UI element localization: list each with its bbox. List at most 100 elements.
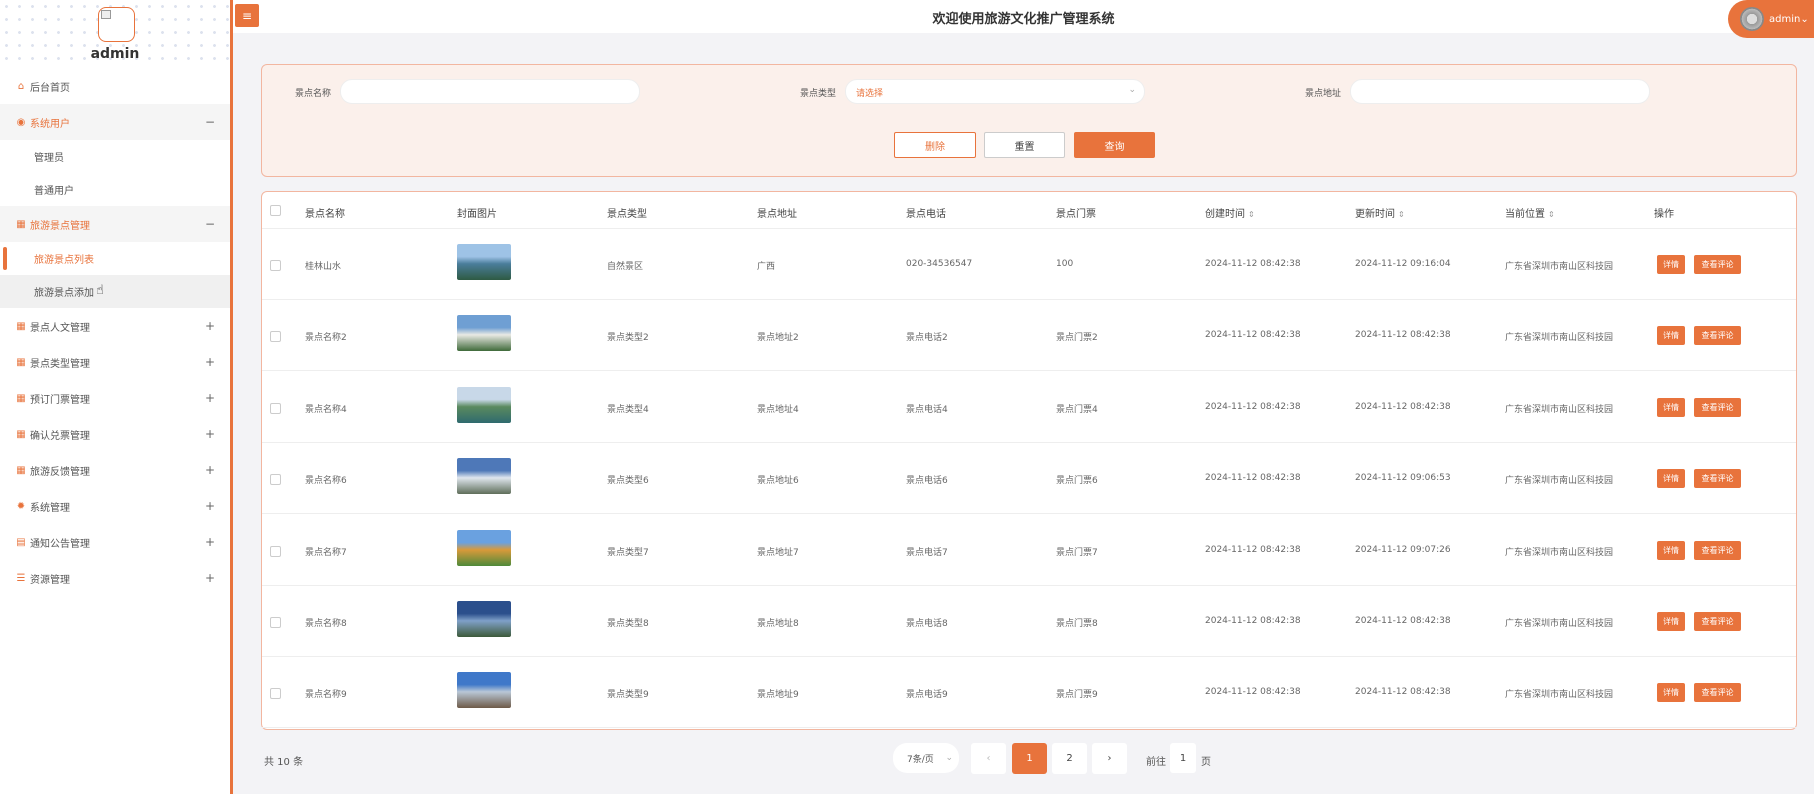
avatar [1740, 7, 1764, 31]
sidebar-item-label: 后台首页 [30, 82, 70, 94]
cell-updated: 2024-11-12 09:07:26 [1355, 544, 1451, 555]
row-checkbox[interactable] [270, 474, 281, 486]
reset-button[interactable]: 重置 [984, 132, 1065, 158]
sort-icon[interactable]: ⇕ [1398, 210, 1405, 219]
sidebar-item-label: 旅游景点添加 [34, 288, 94, 299]
address-input[interactable] [1350, 79, 1650, 104]
detail-button[interactable]: 详情 [1657, 255, 1685, 274]
view-reviews-button[interactable]: 查看评论 [1694, 255, 1741, 274]
avatar[interactable] [98, 7, 135, 42]
expand-icon[interactable]: + [205, 499, 215, 513]
column-header-sortable[interactable]: 更新时间 ⇕ [1355, 205, 1405, 220]
table-row: 景点名称6 景点类型6 景点地址6 景点电话6 景点门票6 2024-11-12 08:4… [262, 443, 1796, 515]
detail-button[interactable]: 详情 [1657, 469, 1685, 489]
page-button[interactable]: 2 [1052, 743, 1087, 774]
cover-image[interactable] [457, 244, 511, 280]
sidebar-subitem-admins[interactable]: 管理员 [0, 140, 230, 173]
cover-image[interactable] [457, 315, 511, 352]
row-checkbox[interactable] [270, 260, 281, 271]
sidebar-item-attractions[interactable]: ▦ 旅游景点管理 − [0, 206, 230, 242]
expand-icon[interactable]: + [205, 391, 215, 405]
row-checkbox[interactable] [270, 688, 281, 700]
query-button[interactable]: 查询 [1074, 132, 1155, 158]
view-reviews-button[interactable]: 查看评论 [1694, 326, 1741, 346]
cell-ticket: 景点门票7 [1056, 547, 1098, 558]
page-size-select[interactable]: 7条/页 ⌄ [893, 743, 959, 773]
grid-icon: ▦ [16, 320, 26, 332]
row-checkbox[interactable] [270, 402, 281, 414]
sidebar-item-label: 系统用户 [30, 118, 70, 130]
detail-button[interactable]: 详情 [1657, 540, 1685, 560]
cell-created: 2024-11-12 08:42:38 [1205, 330, 1301, 341]
view-reviews-button[interactable]: 查看评论 [1694, 683, 1741, 703]
sidebar-item-culture[interactable]: ▦ 景点人文管理 + [0, 308, 230, 344]
row-checkbox[interactable] [270, 545, 281, 557]
sidebar-item-bookings[interactable]: ▦ 预订门票管理 + [0, 380, 230, 416]
sidebar-item-system[interactable]: ✹ 系统管理 + [0, 488, 230, 524]
prev-page-button[interactable]: ‹ [971, 743, 1006, 774]
type-select[interactable]: 请选择 ⌄ [845, 79, 1145, 104]
collapse-icon[interactable]: − [205, 115, 215, 129]
database-icon: ☰ [16, 572, 26, 584]
sort-icon[interactable]: ⇕ [1548, 210, 1555, 219]
sidebar-subitem-users[interactable]: 普通用户 [0, 173, 230, 206]
column-header: 景点门票 [1056, 209, 1096, 220]
cell-name: 桂林山水 [305, 262, 342, 272]
cell-created: 2024-11-12 08:42:38 [1205, 616, 1301, 626]
view-reviews-button[interactable]: 查看评论 [1694, 540, 1741, 560]
view-reviews-button[interactable]: 查看评论 [1694, 397, 1741, 417]
name-input[interactable] [340, 79, 640, 104]
chevron-down-icon: ⌄ [1800, 13, 1809, 25]
expand-icon[interactable]: + [205, 535, 215, 549]
column-header: 景点类型 [607, 209, 647, 220]
row-checkbox[interactable] [270, 331, 281, 343]
column-header-label: 创建时间 [1205, 209, 1245, 220]
detail-button[interactable]: 详情 [1657, 326, 1685, 346]
expand-icon[interactable]: + [205, 427, 215, 441]
table-row: 景点名称9 景点类型9 景点地址9 景点电话9 景点门票9 2024-11-12 08:4… [262, 657, 1796, 729]
delete-button[interactable]: 删除 [894, 132, 976, 158]
cover-image[interactable] [457, 672, 511, 709]
sidebar-item-system-users[interactable]: ◉ 系统用户 − [0, 104, 230, 140]
sidebar-item-notices[interactable]: ▤ 通知公告管理 + [0, 524, 230, 560]
column-header-sortable[interactable]: 创建时间 ⇕ [1205, 205, 1255, 220]
cell-phone: 景点电话8 [906, 619, 948, 629]
sidebar-subitem-attraction-add[interactable]: 旅游景点添加 ☝ [0, 275, 230, 308]
view-reviews-button[interactable]: 查看评论 [1694, 612, 1741, 631]
cover-image[interactable] [457, 529, 511, 566]
sidebar-item-resources[interactable]: ☰ 资源管理 + [0, 560, 230, 596]
goto-page-input[interactable]: 1 [1170, 743, 1196, 773]
sidebar-item-redemption[interactable]: ▦ 确认兑票管理 + [0, 416, 230, 452]
detail-button[interactable]: 详情 [1657, 683, 1685, 703]
expand-icon[interactable]: + [205, 571, 215, 585]
cell-name: 景点名称8 [305, 619, 347, 629]
page-button[interactable]: 1 [1012, 743, 1047, 774]
cover-image[interactable] [457, 458, 511, 495]
collapse-icon[interactable]: − [205, 217, 215, 231]
expand-icon[interactable]: + [205, 355, 215, 369]
expand-icon[interactable]: + [205, 319, 215, 333]
view-reviews-button[interactable]: 查看评论 [1694, 469, 1741, 489]
select-all-checkbox[interactable] [270, 205, 281, 216]
row-checkbox[interactable] [270, 617, 281, 628]
expand-icon[interactable]: + [205, 463, 215, 477]
sort-icon[interactable]: ⇕ [1248, 210, 1255, 219]
cover-image[interactable] [457, 386, 511, 423]
sidebar-subitem-attraction-list[interactable]: 旅游景点列表 [0, 242, 230, 275]
top-header: ≡ 欢迎使用旅游文化推广管理系统 admin ⌄ [233, 0, 1814, 38]
user-name: admin [1769, 13, 1801, 25]
chevron-right-icon: › [1107, 753, 1112, 764]
sidebar-item-types[interactable]: ▦ 景点类型管理 + [0, 344, 230, 380]
next-page-button[interactable]: › [1092, 743, 1127, 774]
sidebar-item-label: 通知公告管理 [30, 538, 90, 550]
user-menu[interactable]: admin ⌄ [1728, 0, 1814, 38]
sidebar-item-home[interactable]: ⌂ 后台首页 [0, 68, 230, 104]
cover-image[interactable] [457, 601, 511, 637]
column-header-sortable[interactable]: 当前位置 ⇕ [1505, 205, 1555, 220]
cell-phone: 景点电话2 [906, 333, 948, 344]
table-row: 景点名称2 景点类型2 景点地址2 景点电话2 景点门票2 2024-11-12 08:4… [262, 300, 1796, 372]
detail-button[interactable]: 详情 [1657, 397, 1685, 417]
cell-ticket: 景点门票9 [1056, 690, 1098, 701]
detail-button[interactable]: 详情 [1657, 612, 1685, 631]
sidebar-item-feedback[interactable]: ▦ 旅游反馈管理 + [0, 452, 230, 488]
